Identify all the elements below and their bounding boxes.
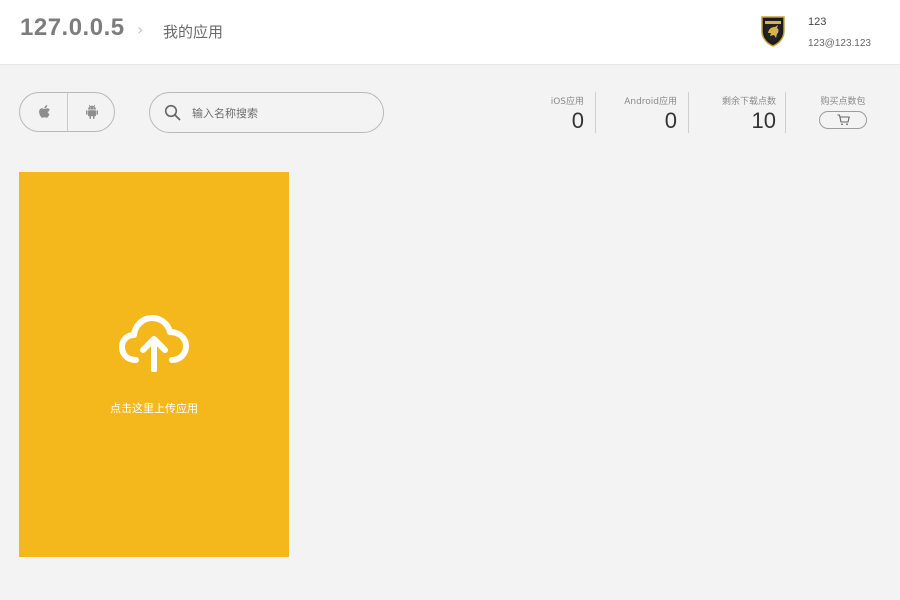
- user-name[interactable]: 123: [808, 16, 826, 28]
- stat-divider: [595, 92, 596, 133]
- android-icon: [86, 104, 98, 119]
- avatar[interactable]: [757, 15, 789, 47]
- page-title: 我的应用: [163, 23, 224, 41]
- platform-filter: [19, 92, 115, 132]
- stat-android-value: 0: [664, 108, 677, 133]
- buy-points-block: 购买点数包: [812, 94, 874, 129]
- stat-ios-label: iOS应用: [550, 97, 584, 107]
- top-bar: 127.0.0.5 › 我的应用 123 123@123.123: [0, 0, 900, 65]
- apple-icon: [39, 105, 50, 118]
- stat-android-label: Android应用: [624, 97, 677, 107]
- upload-app-card[interactable]: 点击这里上传应用: [19, 172, 289, 557]
- stat-divider: [688, 92, 689, 133]
- stat-ios-value: 0: [571, 108, 584, 133]
- buy-points-label: 购买点数包: [820, 97, 866, 107]
- stat-divider: [785, 92, 786, 133]
- stat-downloads-value: 10: [751, 108, 776, 133]
- site-title[interactable]: 127.0.0.5: [20, 14, 125, 42]
- stat-downloads-label: 剩余下载点数: [721, 97, 776, 107]
- search-box: [149, 92, 384, 133]
- search-icon[interactable]: [164, 104, 181, 121]
- stat-ios-apps: iOS应用 0: [530, 94, 584, 134]
- cloud-upload-icon: [119, 315, 189, 372]
- cart-icon: [837, 114, 850, 126]
- breadcrumb-separator: ›: [137, 20, 144, 39]
- stat-android-apps: Android应用 0: [606, 94, 677, 134]
- buy-points-button[interactable]: [819, 111, 867, 129]
- stat-downloads-left: 剩余下载点数 10: [700, 94, 776, 134]
- filter-ios-button[interactable]: [20, 93, 68, 131]
- filter-android-button[interactable]: [68, 93, 116, 131]
- upload-app-label: 点击这里上传应用: [110, 402, 198, 415]
- user-email: 123@123.123: [808, 38, 871, 49]
- search-input[interactable]: [190, 101, 374, 125]
